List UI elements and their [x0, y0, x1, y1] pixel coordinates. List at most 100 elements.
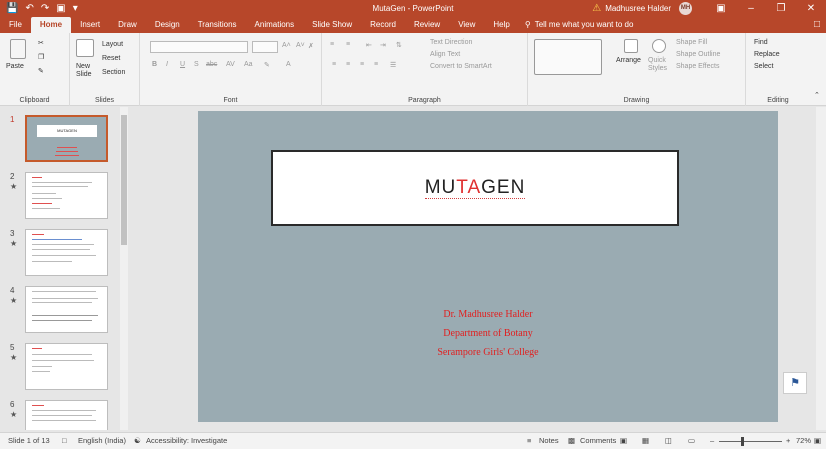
- scrollbar-thumb[interactable]: [121, 115, 127, 245]
- ribbon-display-icon[interactable]: ▣: [706, 0, 736, 17]
- avatar[interactable]: MH: [679, 2, 692, 15]
- notes-button[interactable]: Notes: [539, 433, 559, 449]
- shape-outline-button[interactable]: Shape Outline: [676, 51, 720, 58]
- font-name-combo[interactable]: [150, 41, 248, 53]
- format-painter-icon[interactable]: ✎: [38, 67, 44, 75]
- char-spacing-icon[interactable]: AV: [226, 61, 235, 68]
- department-name[interactable]: Department of Botany: [198, 328, 778, 339]
- slide-thumbnail[interactable]: 5 ★: [0, 343, 122, 399]
- zoom-slider-thumb[interactable]: [741, 437, 744, 446]
- decrease-font-icon[interactable]: A˅: [296, 42, 305, 49]
- tab-transitions[interactable]: Transitions: [189, 17, 246, 33]
- slide-thumbnail[interactable]: 3 ★: [0, 229, 122, 285]
- save-icon[interactable]: 💾: [6, 0, 18, 17]
- strikethrough-icon[interactable]: abc: [206, 61, 217, 68]
- current-slide[interactable]: MUTAGEN Dr. Madhusree Halder Department …: [198, 111, 778, 422]
- slide-title[interactable]: MUTAGEN: [424, 177, 526, 199]
- copy-icon[interactable]: ❐: [38, 53, 44, 61]
- redo-icon[interactable]: ↷: [41, 0, 49, 17]
- underline-icon[interactable]: U: [180, 61, 185, 68]
- text-direction-button[interactable]: Text Direction: [430, 39, 472, 46]
- bold-icon[interactable]: B: [152, 61, 157, 68]
- comments-button[interactable]: Comments: [580, 433, 616, 449]
- bullets-icon[interactable]: ≡: [330, 41, 334, 48]
- line-spacing-icon[interactable]: ⇅: [396, 41, 402, 49]
- tab-animations[interactable]: Animations: [246, 17, 304, 33]
- new-slide-icon[interactable]: [76, 39, 94, 57]
- warning-icon[interactable]: ⚠: [592, 3, 601, 14]
- slide-sorter-icon[interactable]: ▦: [642, 433, 649, 449]
- zoom-level[interactable]: 72%: [796, 433, 811, 449]
- paste-button[interactable]: Paste: [6, 63, 24, 70]
- italic-icon[interactable]: I: [166, 61, 168, 68]
- align-text-button[interactable]: Align Text: [430, 51, 460, 58]
- tab-home[interactable]: Home: [30, 17, 72, 33]
- convert-smartart-button[interactable]: Convert to SmartArt: [430, 63, 492, 70]
- tab-record[interactable]: Record: [361, 17, 405, 33]
- tab-slide-show[interactable]: Slide Show: [303, 17, 361, 33]
- maximize-icon[interactable]: ❐: [766, 0, 796, 17]
- find-button[interactable]: Find: [754, 39, 768, 46]
- change-case-icon[interactable]: Aa: [244, 61, 253, 68]
- slide-thumbnail[interactable]: 6 ★: [0, 400, 122, 430]
- shadow-icon[interactable]: S: [194, 61, 199, 68]
- replace-button[interactable]: Replace: [754, 51, 780, 58]
- slideshow-view-icon[interactable]: ▭: [688, 433, 695, 449]
- zoom-out-icon[interactable]: –: [710, 433, 714, 449]
- undo-icon[interactable]: ↶: [25, 0, 33, 17]
- increase-font-icon[interactable]: A˄: [282, 42, 291, 49]
- slide-thumbnail[interactable]: 1 MUTAGEN: [0, 115, 122, 171]
- shape-fill-button[interactable]: Shape Fill: [676, 39, 707, 46]
- slide-thumbnail[interactable]: 2 ★: [0, 172, 122, 228]
- paste-icon[interactable]: [10, 39, 26, 59]
- font-color-icon[interactable]: A: [286, 61, 291, 68]
- college-name[interactable]: Serampore Girls' College: [198, 347, 778, 358]
- tab-file[interactable]: File: [0, 17, 31, 33]
- reading-view-icon[interactable]: ◫: [665, 433, 672, 449]
- title-placeholder[interactable]: MUTAGEN: [271, 150, 679, 226]
- layout-button[interactable]: Layout: [102, 41, 123, 48]
- start-slideshow-icon[interactable]: ▣: [56, 0, 65, 17]
- select-button[interactable]: Select: [754, 63, 773, 70]
- arrange-button[interactable]: Arrange: [616, 57, 641, 64]
- tab-review[interactable]: Review: [405, 17, 449, 33]
- collapse-ribbon-icon[interactable]: ⌃: [814, 91, 820, 99]
- arrange-icon[interactable]: [624, 39, 638, 53]
- quick-styles-icon[interactable]: [652, 39, 666, 53]
- slide-scrollbar[interactable]: [816, 107, 826, 430]
- section-button[interactable]: Section: [102, 69, 125, 76]
- customize-icon[interactable]: ▾: [73, 0, 78, 17]
- align-right-icon[interactable]: ≡: [360, 61, 364, 68]
- new-slide-button[interactable]: New Slide: [76, 63, 98, 79]
- tab-help[interactable]: Help: [484, 17, 518, 33]
- comments-icon[interactable]: □: [814, 17, 820, 33]
- user-name[interactable]: Madhusree Halder: [605, 4, 671, 13]
- clear-format-icon[interactable]: ✗: [308, 42, 314, 50]
- shape-effects-button[interactable]: Shape Effects: [676, 63, 719, 70]
- reset-button[interactable]: Reset: [102, 55, 120, 62]
- justify-icon[interactable]: ≡: [374, 61, 378, 68]
- zoom-slider[interactable]: [719, 441, 782, 442]
- zoom-in-icon[interactable]: +: [786, 433, 790, 449]
- language-indicator[interactable]: English (India): [78, 433, 126, 449]
- decrease-indent-icon[interactable]: ⇤: [366, 41, 372, 49]
- align-left-icon[interactable]: ≡: [332, 61, 336, 68]
- tab-insert[interactable]: Insert: [71, 17, 109, 33]
- highlight-icon[interactable]: ✎: [264, 61, 270, 69]
- author-name[interactable]: Dr. Madhusree Halder: [198, 309, 778, 320]
- normal-view-icon[interactable]: ▣: [620, 433, 627, 449]
- minimize-icon[interactable]: –: [736, 0, 766, 17]
- notes-icon[interactable]: ≡: [527, 433, 531, 449]
- font-size-combo[interactable]: [252, 41, 278, 53]
- align-center-icon[interactable]: ≡: [346, 61, 350, 68]
- accessibility-icon[interactable]: ☯: [134, 433, 141, 449]
- increase-indent-icon[interactable]: ⇥: [380, 41, 386, 49]
- shapes-gallery-icon[interactable]: [534, 39, 602, 75]
- tab-draw[interactable]: Draw: [109, 17, 146, 33]
- comments-status-icon[interactable]: ▩: [568, 433, 575, 449]
- thumbnail-scrollbar[interactable]: [120, 107, 128, 430]
- close-icon[interactable]: ✕: [796, 0, 826, 17]
- cut-icon[interactable]: ✂: [38, 39, 44, 47]
- bookmark-icon[interactable]: ⚑: [783, 372, 807, 394]
- numbering-icon[interactable]: ≡: [346, 41, 350, 48]
